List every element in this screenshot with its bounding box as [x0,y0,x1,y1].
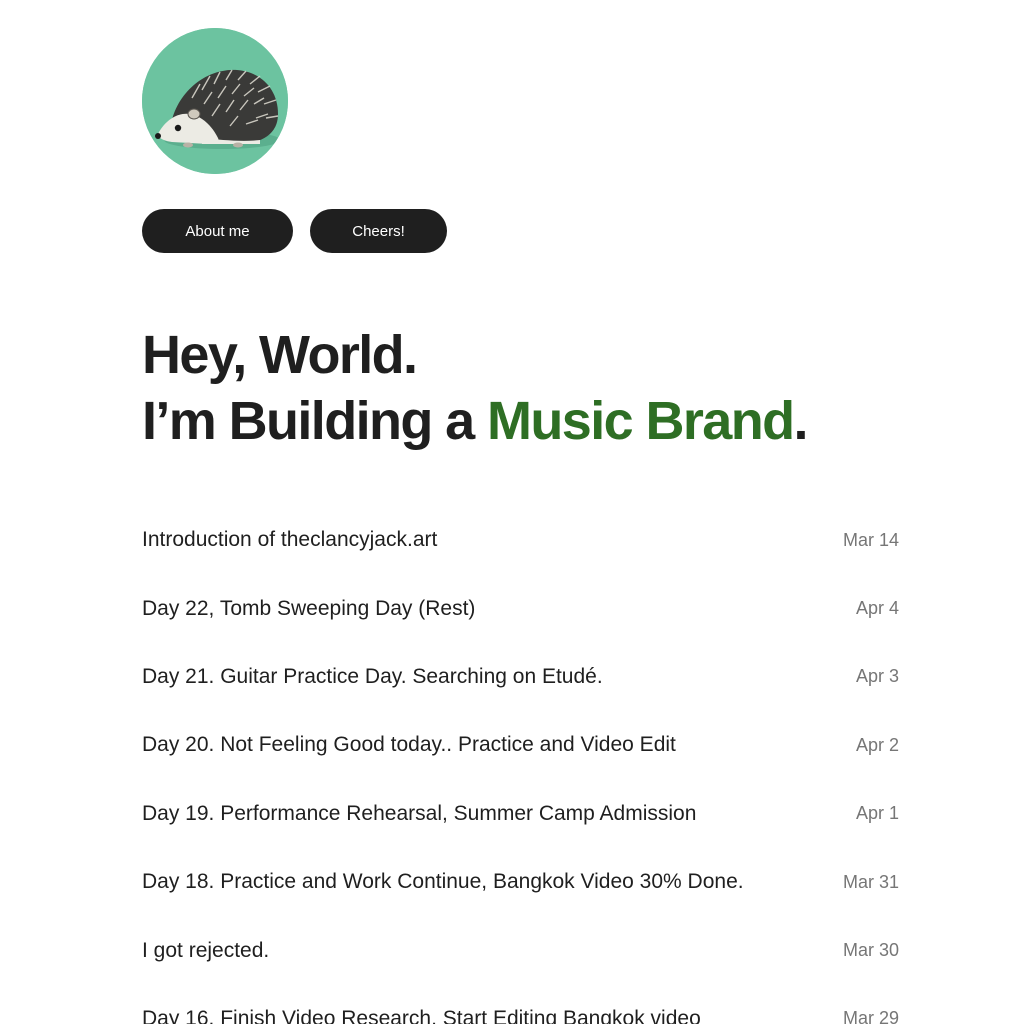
post-list-item[interactable]: I got rejected. Mar 30 [142,916,899,984]
about-me-button[interactable]: About me [142,209,293,253]
post-list-item[interactable]: Day 16. Finish Video Research, Start Edi… [142,985,899,1024]
post-title[interactable]: Day 20. Not Feeling Good today.. Practic… [142,733,676,757]
blog-home: About me Cheers! Hey, World. I’m Buildin… [0,0,1016,1024]
post-title[interactable]: Introduction of theclancyjack.art [142,528,437,552]
post-title[interactable]: Day 21. Guitar Practice Day. Searching o… [142,665,603,689]
post-list-item[interactable]: Day 18. Practice and Work Continue, Bang… [142,848,899,916]
post-list-item[interactable]: Day 20. Not Feeling Good today.. Practic… [142,711,899,779]
post-list: Introduction of theclancyjack.art Mar 14… [142,506,899,1024]
post-date: Mar 14 [842,529,899,550]
post-title[interactable]: Day 19. Performance Rehearsal, Summer Ca… [142,802,696,826]
headline-line-2-prefix: I’m Building a [142,391,488,451]
headline-line-1: Hey, World. [142,325,418,385]
post-date: Mar 30 [842,940,899,961]
post-title[interactable]: Day 22, Tomb Sweeping Day (Rest) [142,597,475,621]
post-list-item[interactable]: Day 19. Performance Rehearsal, Summer Ca… [142,780,899,848]
post-date: Mar 31 [842,871,899,892]
post-title[interactable]: Day 18. Practice and Work Continue, Bang… [142,870,744,894]
headline-line-2-suffix: . [793,391,808,451]
post-list-item[interactable]: Day 22, Tomb Sweeping Day (Rest) Apr 4 [142,574,899,642]
post-list-item[interactable]: Day 21. Guitar Practice Day. Searching o… [142,643,899,711]
post-date: Apr 1 [855,803,899,824]
nav-buttons: About me Cheers! [142,209,447,253]
headline-accent: Music Brand [487,391,795,451]
cheers-button[interactable]: Cheers! [310,209,447,253]
hedgehog-avatar-icon [142,28,288,174]
post-title[interactable]: I got rejected. [142,939,269,963]
post-date: Apr 3 [855,666,899,687]
post-date: Mar 29 [842,1008,899,1024]
page-headline: Hey, World. I’m Building a Music Brand. [142,322,809,454]
post-list-item[interactable]: Introduction of theclancyjack.art Mar 14 [142,506,899,574]
post-title[interactable]: Day 16. Finish Video Research, Start Edi… [142,1007,701,1024]
post-date: Apr 2 [855,734,899,755]
post-date: Apr 4 [855,598,899,619]
